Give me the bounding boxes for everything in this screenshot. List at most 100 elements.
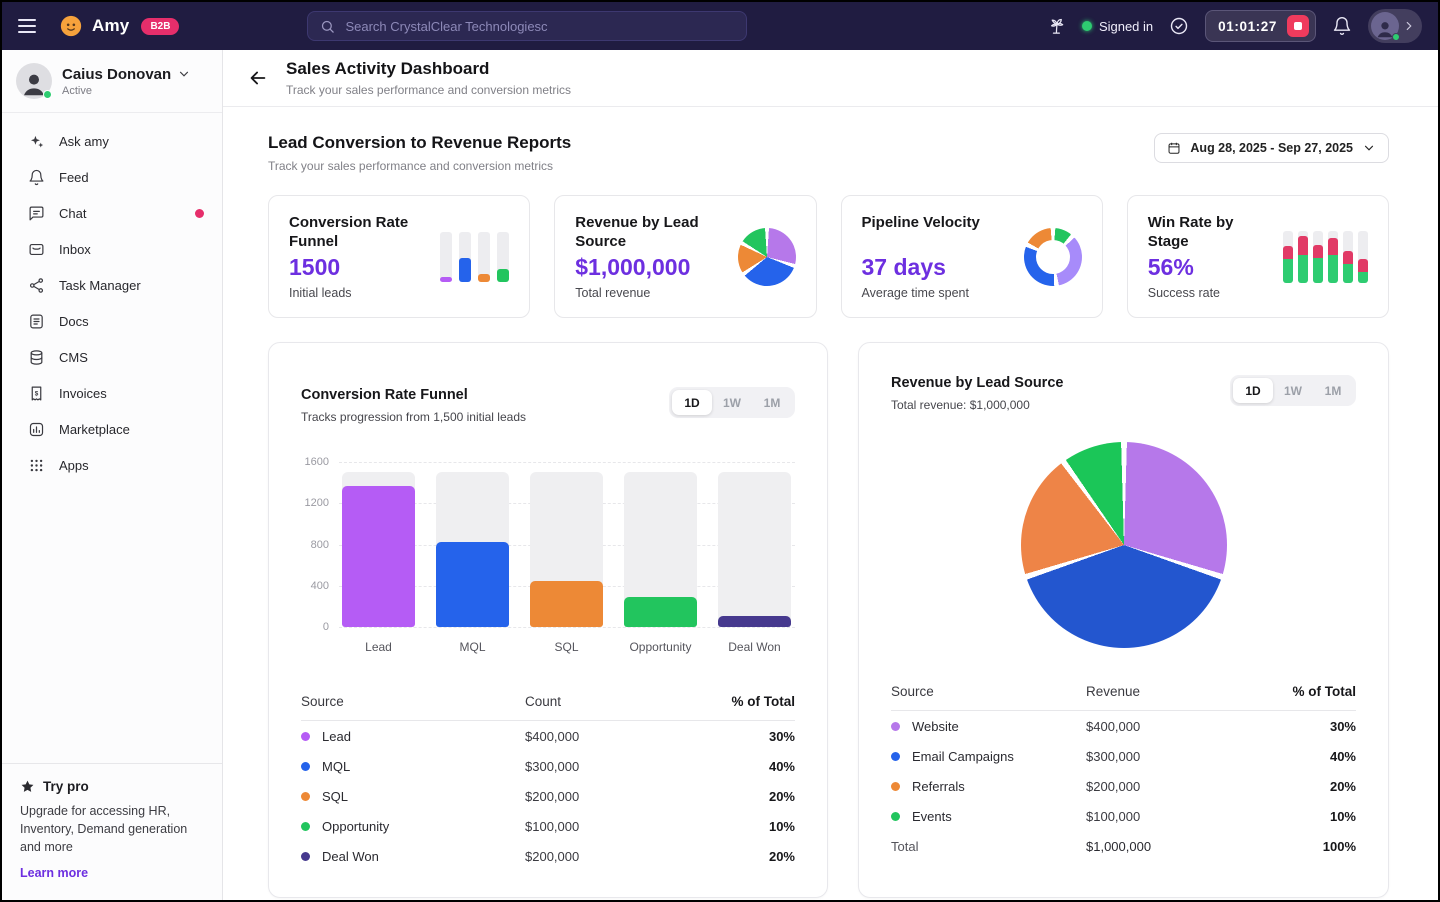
report-heading: Lead Conversion to Revenue Reports bbox=[268, 133, 571, 153]
date-range-picker[interactable]: Aug 28, 2025 - Sep 27, 2025 bbox=[1154, 133, 1389, 163]
star-icon bbox=[20, 779, 35, 794]
period-tab[interactable]: 1M bbox=[752, 390, 792, 415]
bell-icon[interactable] bbox=[1332, 16, 1352, 36]
sidebar-item[interactable]: CMS bbox=[2, 339, 222, 375]
series-dot-icon bbox=[891, 752, 900, 761]
date-range-value: Aug 28, 2025 - Sep 27, 2025 bbox=[1190, 141, 1353, 155]
timer-stop-button[interactable] bbox=[1287, 15, 1309, 37]
learn-more-link[interactable]: Learn more bbox=[20, 866, 88, 880]
row-percent: 30% bbox=[1261, 719, 1356, 734]
sidebar-item-label: Feed bbox=[59, 170, 89, 185]
page-subtitle: Track your sales performance and convers… bbox=[286, 83, 571, 97]
bar-track bbox=[436, 472, 509, 627]
sidebar-item[interactable]: Feed bbox=[2, 159, 222, 195]
notification-dot-icon bbox=[195, 209, 204, 218]
sidebar-item-label: Marketplace bbox=[59, 422, 130, 437]
period-tab[interactable]: 1M bbox=[1313, 378, 1353, 403]
period-tab[interactable]: 1D bbox=[1233, 378, 1273, 403]
chevron-right-icon bbox=[1402, 19, 1416, 33]
search-icon bbox=[320, 19, 335, 34]
row-percent: 20% bbox=[700, 789, 795, 804]
timer-value: 01:01:27 bbox=[1218, 19, 1277, 34]
series-dot-icon bbox=[301, 792, 310, 801]
sidebar-item-label: Chat bbox=[59, 206, 86, 221]
back-arrow-icon[interactable] bbox=[247, 67, 269, 89]
row-value: $200,000 bbox=[1086, 779, 1261, 794]
palm-tree-icon[interactable] bbox=[1046, 16, 1066, 36]
series-dot-icon bbox=[891, 812, 900, 821]
x-axis-labels: Lead MQL SQL Opportunity Deal Won bbox=[339, 640, 795, 654]
sidebar-item-label: Docs bbox=[59, 314, 89, 329]
sidebar-item-label: Inbox bbox=[59, 242, 91, 257]
user-menu[interactable] bbox=[1368, 9, 1422, 43]
check-circle-icon[interactable] bbox=[1169, 16, 1189, 36]
mini-bar-chart bbox=[440, 232, 509, 282]
mini-pie-chart bbox=[738, 228, 796, 286]
kpi-caption: Initial leads bbox=[289, 286, 439, 300]
row-label: Deal Won bbox=[322, 849, 379, 864]
table-row: MQL $300,000 40% bbox=[301, 751, 795, 781]
x-axis-label: Deal Won bbox=[718, 640, 791, 654]
hamburger-menu-icon[interactable] bbox=[18, 13, 44, 39]
column-header: % of Total bbox=[1261, 684, 1356, 699]
signed-in-label: Signed in bbox=[1099, 19, 1153, 34]
amy-logo-icon bbox=[58, 13, 84, 39]
sidebar-item-label: Invoices bbox=[59, 386, 107, 401]
bell-icon bbox=[28, 169, 45, 186]
row-label: Email Campaigns bbox=[912, 749, 1014, 764]
sidebar-item[interactable]: Apps bbox=[2, 447, 222, 483]
search-input[interactable] bbox=[345, 19, 734, 34]
row-value: $300,000 bbox=[1086, 749, 1261, 764]
revenue-table: Source Revenue % of Total Website bbox=[891, 684, 1356, 862]
period-tab[interactable]: 1W bbox=[1273, 378, 1313, 403]
table-row: SQL $200,000 20% bbox=[301, 781, 795, 811]
signed-in-status: Signed in bbox=[1082, 19, 1153, 34]
sidebar-user-status-dot bbox=[43, 90, 52, 99]
row-label: Events bbox=[912, 809, 952, 824]
y-axis-tick: 0 bbox=[323, 621, 329, 633]
y-axis: 1600 1200 800 400 0 bbox=[301, 462, 339, 627]
sidebar-item[interactable]: Marketplace bbox=[2, 411, 222, 447]
search-bar[interactable] bbox=[307, 11, 747, 41]
row-percent: 20% bbox=[1261, 779, 1356, 794]
sidebar-item[interactable]: Chat bbox=[2, 195, 222, 231]
kpi-title: Revenue by Lead Source bbox=[575, 213, 725, 251]
bar bbox=[718, 616, 791, 627]
table-row: Referrals $200,000 20% bbox=[891, 771, 1356, 801]
page-title: Sales Activity Dashboard bbox=[286, 59, 571, 79]
chevron-down-icon bbox=[177, 67, 191, 81]
total-value: $1,000,000 bbox=[1086, 839, 1261, 854]
sidebar-item[interactable]: Docs bbox=[2, 303, 222, 339]
period-tab[interactable]: 1D bbox=[672, 390, 712, 415]
period-tab[interactable]: 1W bbox=[712, 390, 752, 415]
revenue-pie-chart bbox=[1021, 442, 1227, 648]
sidebar-user-switcher[interactable]: Caius Donovan Active bbox=[2, 50, 222, 113]
table-row: Deal Won $200,000 20% bbox=[301, 841, 795, 871]
promo-text: Upgrade for accessing HR, Inventory, Dem… bbox=[20, 802, 204, 856]
bar-track bbox=[718, 472, 791, 627]
kpi-caption: Total revenue bbox=[575, 286, 725, 300]
bar bbox=[530, 581, 603, 627]
row-label: Website bbox=[912, 719, 959, 734]
mini-donut-chart bbox=[1024, 228, 1082, 286]
period-tabs: 1D 1W 1M bbox=[669, 387, 795, 418]
sidebar-item[interactable]: $ Invoices bbox=[2, 375, 222, 411]
sidebar-item[interactable]: Task Manager bbox=[2, 267, 222, 303]
sidebar-user-status: Active bbox=[62, 85, 191, 97]
bar bbox=[342, 486, 415, 627]
row-percent: 40% bbox=[700, 759, 795, 774]
table-row: Website $400,000 30% bbox=[891, 711, 1356, 741]
sidebar-item[interactable]: Ask amy bbox=[2, 123, 222, 159]
topbar: Amy B2B Signed in 01:01:27 bbox=[2, 2, 1438, 50]
row-percent: 30% bbox=[700, 729, 795, 744]
bar bbox=[436, 542, 509, 627]
sidebar-item[interactable]: Inbox bbox=[2, 231, 222, 267]
brand[interactable]: Amy B2B bbox=[58, 13, 179, 39]
row-value: $300,000 bbox=[525, 759, 700, 774]
row-percent: 40% bbox=[1261, 749, 1356, 764]
kpi-card-conversion-funnel: Conversion Rate Funnel 1500 Initial lead… bbox=[268, 195, 530, 318]
session-timer: 01:01:27 bbox=[1205, 10, 1316, 42]
panel-subtitle: Tracks progression from 1,500 initial le… bbox=[301, 410, 526, 424]
kpi-value: $1,000,000 bbox=[575, 254, 725, 281]
table-total-row: Total $1,000,000 100% bbox=[891, 831, 1356, 862]
